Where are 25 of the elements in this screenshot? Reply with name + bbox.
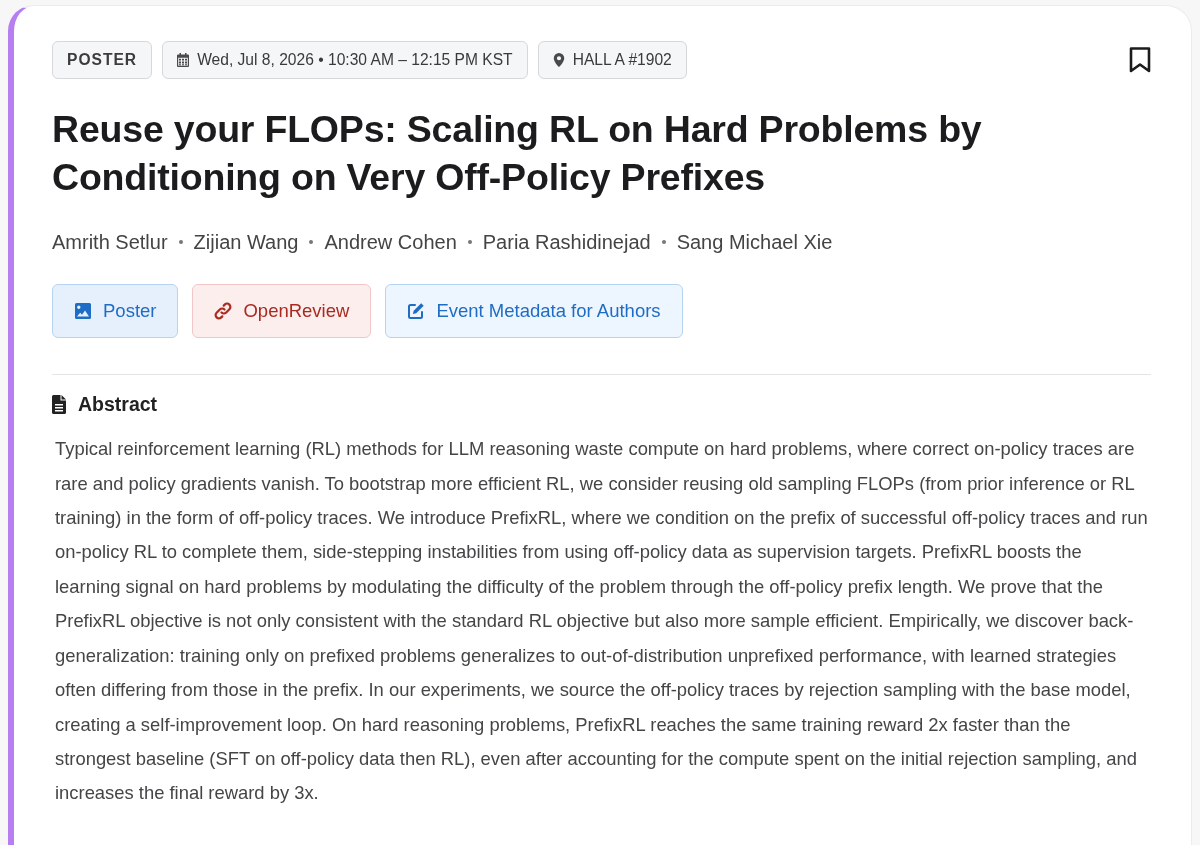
author-name: Amrith Setlur bbox=[52, 230, 168, 255]
openreview-button[interactable]: OpenReview bbox=[192, 284, 372, 338]
author-name: Zijian Wang bbox=[193, 230, 299, 255]
calendar-icon bbox=[177, 53, 190, 67]
dot-separator-icon bbox=[178, 240, 183, 244]
image-icon bbox=[74, 302, 92, 320]
author-name: Paria Rashidinejad bbox=[482, 230, 651, 255]
abstract-heading: Abstract bbox=[78, 392, 158, 417]
metadata-button[interactable]: Event Metadata for Authors bbox=[385, 284, 683, 338]
abstract-text: Typical reinforcement learning (RL) methods for LLM reasoning waste compute on hard problems, where correct on-policy traces are rare and policy gradients vanish. To bootstrap more efficient RL, we consider reusing old sampling FLOPs (from prior inference or RL training) in the form of off-policy traces. We introduce PrefixRL, where we condition on the prefix of successful off-policy traces and run on-policy RL to complete them, side-stepping instabilities from using off-policy data as supervision targets. PrefixRL boosts the learning signal on hard problems by modulating the difficulty of the problem through the off-policy prefix length. We prove that the PrefixRL objective is not only consistent with the standard RL objective but also more sample efficient. Empirically, we discover back-generalization: training only on prefixed problems generalizes to out-of-distribution unprefixed performance, with learned strategies often differing from those in the prefix. In our experiments, we source the off-policy traces by rejection sampling with the base model, creating a self-improvement loop. On hard reasoning problems, PrefixRL reaches the same training reward 2x faster than the strongest baseline (SFT on off-policy data then RL), even after accounting for the compute spent on the initial rejection sampling, and increases the final reward by 3x. bbox=[55, 437, 1149, 806]
map-pin-icon bbox=[552, 53, 565, 67]
date-time-text: Wed, Jul 8, 2026 • 10:30 AM – 12:15 PM KST bbox=[197, 50, 513, 71]
poster-button[interactable]: Poster bbox=[52, 284, 179, 338]
edit-icon bbox=[407, 302, 426, 320]
dot-separator-icon bbox=[309, 240, 314, 244]
bookmark-icon[interactable] bbox=[1129, 47, 1151, 73]
link-icon bbox=[214, 302, 233, 320]
paper-title: Reuse your FLOPs: Scaling RL on Hard Problems by Conditioning on Very Off-Policy Prefixes bbox=[52, 107, 983, 200]
document-icon bbox=[52, 395, 66, 415]
dot-separator-icon bbox=[467, 240, 472, 244]
dot-separator-icon bbox=[661, 240, 666, 244]
author-name: Sang Michael Xie bbox=[676, 230, 833, 255]
author-name: Andrew Cohen bbox=[324, 230, 457, 255]
location-text: HALL A #1902 bbox=[572, 50, 672, 71]
session-type-chip: POSTER bbox=[52, 41, 153, 79]
